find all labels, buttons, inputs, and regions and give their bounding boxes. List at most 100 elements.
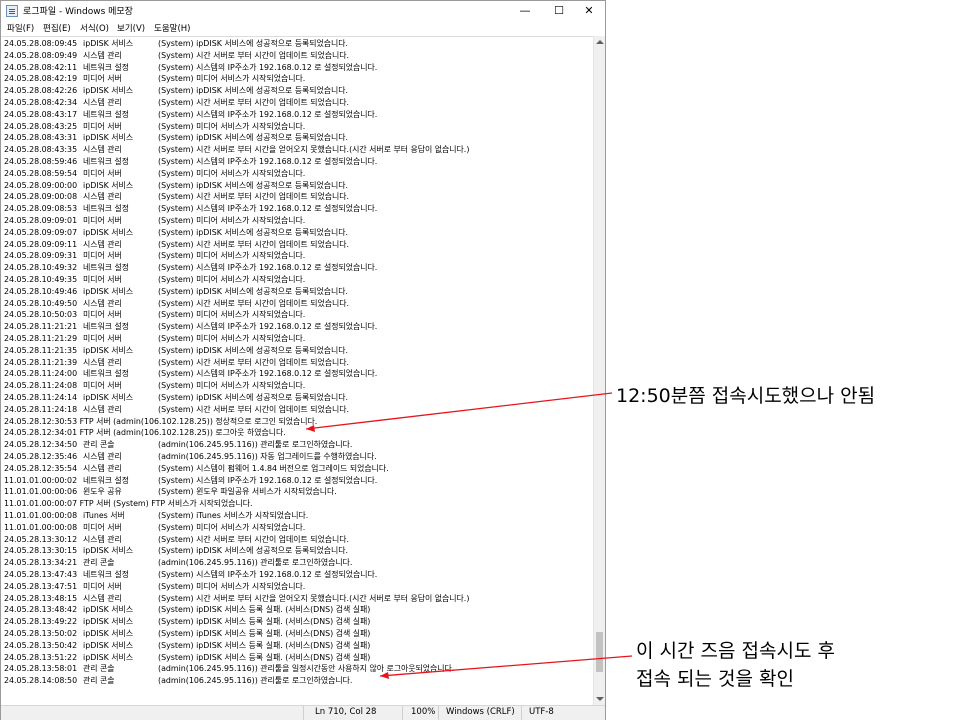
- annotation-failed-attempt: 12:50분쯤 접속시도했으나 안됨: [616, 385, 876, 407]
- log-service: 네트워크 설정: [83, 570, 130, 579]
- log-service: 네트워크 설정: [83, 157, 130, 166]
- status-bar: Ln 710, Col 28 100% Windows (CRLF) UTF-8: [1, 705, 605, 720]
- log-message: (System) ipDISK 서비스에 성공적으로 등록되었습니다.: [158, 345, 349, 355]
- log-message: (System) ipDISK 서비스에 성공적으로 등록되었습니다.: [158, 393, 349, 402]
- log-service: ipDISK 서비스: [83, 286, 134, 296]
- log-timestamp: 24.05.28.08:42:11: [4, 62, 78, 72]
- log-timestamp: 24.05.28.13:50:42: [4, 640, 78, 650]
- log-service: 시스템 관리: [83, 50, 122, 60]
- log-service: 미디어 서버: [83, 581, 122, 591]
- log-service: ipDISK 서비스: [83, 629, 134, 638]
- log-service: 시스템 관리: [83, 357, 122, 367]
- log-message: (System) 시간 서버로 부터 시간을 얻어오지 못했습니다.(시간 서버…: [158, 145, 470, 155]
- log-service: ipDISK 서비스: [83, 39, 134, 48]
- annotation-success-line2: 접속 되는 것을 확인: [636, 668, 794, 690]
- log-service: 미디어 서버: [83, 168, 122, 178]
- log-service: ipDISK 서비스: [83, 86, 134, 96]
- notepad-window: 로그파일 - Windows 메모장 — ☐ ✕ 파일(F) 편집(E) 서식(…: [0, 0, 606, 720]
- log-service: 미디어 서버: [83, 310, 122, 320]
- log-timestamp: 24.05.28.13:48:15: [4, 593, 78, 603]
- log-timestamp: 24.05.28.08:43:17: [4, 109, 78, 119]
- log-message: (System) 미디어 서비스가 시작되었습니다.: [158, 74, 306, 84]
- log-timestamp: 11.01.01.00:00:08: [4, 511, 78, 520]
- log-message: (System) 미디어 서비스가 시작되었습니다.: [158, 310, 306, 320]
- log-timestamp: 24.05.28.08:09:45: [4, 39, 78, 48]
- log-text: 24.05.28.12:30:53 FTP 서버 (admin(106.102.…: [4, 416, 318, 426]
- log-service: 시스템 관리: [83, 239, 122, 249]
- log-service: 미디어 서버: [83, 522, 122, 532]
- log-message: (System) 미디어 서비스가 시작되었습니다.: [158, 334, 306, 343]
- log-service: 미디어 서버: [83, 216, 122, 225]
- log-service: 시스템 관리: [83, 298, 122, 308]
- log-message: (System) 미디어 서비스가 시작되었습니다.: [158, 121, 306, 131]
- log-message: (System) 시스템이 펌웨어 1.4.84 버전으로 업그레이드 되었습니…: [158, 463, 389, 473]
- scroll-down-icon[interactable]: [596, 697, 604, 701]
- log-message: (System) 윈도우 파일공유 서비스가 시작되었습니다.: [158, 487, 337, 497]
- log-service: 미디어 서버: [83, 251, 122, 261]
- log-service: ipDISK 서비스: [83, 640, 134, 650]
- log-timestamp: 24.05.28.11:21:39: [4, 357, 78, 367]
- log-message: (System) ipDISK 서비스에 성공적으로 등록되었습니다.: [158, 86, 349, 96]
- log-timestamp: 24.05.28.09:00:00: [4, 180, 78, 190]
- log-timestamp: 24.05.28.13:47:43: [4, 570, 78, 579]
- log-message: (System) 미디어 서비스가 시작되었습니다.: [158, 275, 306, 284]
- log-service: 관리 콘솔: [83, 440, 115, 450]
- cursor-position: Ln 710, Col 28: [315, 707, 377, 717]
- log-timestamp: 24.05.28.11:24:00: [4, 369, 78, 379]
- menu-view[interactable]: 보기(V): [117, 22, 145, 34]
- scroll-up-icon[interactable]: [596, 40, 604, 44]
- log-timestamp: 24.05.28.09:09:01: [4, 216, 78, 225]
- title-bar[interactable]: 로그파일 - Windows 메모장 — ☐ ✕: [1, 1, 605, 21]
- close-button[interactable]: ✕: [572, 1, 606, 21]
- status-divider: [521, 706, 522, 720]
- log-service: ipDISK 서비스: [83, 605, 134, 615]
- menu-format[interactable]: 서식(O): [80, 22, 109, 34]
- log-timestamp: 11.01.01.00:00:02: [4, 475, 78, 485]
- log-service: 윈도우 공유: [83, 487, 122, 497]
- log-service: 관리 콘솔: [83, 664, 115, 674]
- log-timestamp: 24.05.28.13:30:15: [4, 546, 78, 556]
- log-service: 미디어 서버: [83, 334, 122, 343]
- log-timestamp: 24.05.28.13:51:22: [4, 652, 78, 662]
- log-message: (System) 시간 서버로 부터 시간이 업데이트 되었습니다.: [158, 50, 350, 60]
- log-message: (System) 미디어 서비스가 시작되었습니다.: [158, 216, 306, 225]
- log-message: (System) 시간 서버로 부터 시간을 얻어오지 못했습니다.(시간 서버…: [158, 593, 470, 603]
- log-service: 시스템 관리: [83, 98, 122, 107]
- log-message: (admin(106.245.95.116)) 관리툴로 로그인하였습니다.: [158, 676, 353, 686]
- log-message: (System) 시간 서버로 부터 시간이 업데이트 되었습니다.: [158, 192, 350, 202]
- log-service: iTunes 서버: [83, 511, 125, 520]
- log-timestamp: 24.05.28.13:48:42: [4, 605, 78, 615]
- log-message: (System) 시스템의 IP주소가 192.168.0.12 로 설정되었습…: [158, 62, 378, 72]
- log-timestamp: 24.05.28.09:09:07: [4, 227, 78, 237]
- menu-file[interactable]: 파일(F): [7, 22, 34, 34]
- log-timestamp: 24.05.28.11:21:35: [4, 345, 78, 355]
- log-service: ipDISK 서비스: [83, 652, 134, 662]
- log-timestamp: 24.05.28.08:59:46: [4, 157, 78, 166]
- log-service: 관리 콘솔: [83, 676, 115, 686]
- log-message: (System) 미디어 서비스가 시작되었습니다.: [158, 522, 306, 532]
- status-divider: [303, 706, 304, 720]
- log-message: (System) 시간 서버로 부터 시간이 업데이트 되었습니다.: [158, 534, 350, 544]
- log-message: (System) ipDISK 서비스 등록 실패. (서비스(DNS) 검색 …: [158, 640, 371, 650]
- log-timestamp: 24.05.28.09:00:08: [4, 192, 78, 202]
- menu-edit[interactable]: 편집(E): [43, 22, 71, 34]
- vertical-scrollbar[interactable]: [593, 36, 605, 705]
- notepad-icon: [6, 5, 18, 17]
- scroll-thumb[interactable]: [596, 632, 603, 672]
- text-editor-area[interactable]: 24.05.28.08:09:45 ipDISK 서비스 (System) ipDI…: [1, 36, 593, 706]
- log-service: ipDISK 서비스: [83, 133, 134, 143]
- log-message: (System) 시스템의 IP주소가 192.168.0.12 로 설정되었습…: [158, 475, 378, 485]
- menu-help[interactable]: 도움말(H): [154, 22, 190, 34]
- maximize-button[interactable]: ☐: [542, 1, 576, 21]
- log-timestamp: 24.05.28.13:30:12: [4, 534, 78, 544]
- log-service: 시스템 관리: [83, 593, 122, 603]
- log-service: 미디어 서버: [83, 275, 122, 284]
- log-timestamp: 24.05.28.09:08:53: [4, 204, 78, 214]
- minimize-button[interactable]: —: [508, 1, 542, 21]
- log-service: 시스템 관리: [83, 192, 122, 202]
- log-message: (System) 시간 서버로 부터 시간이 업데이트 되었습니다.: [158, 239, 350, 249]
- log-message: (System) 시스템의 IP주소가 192.168.0.12 로 설정되었습…: [158, 157, 378, 166]
- log-service: 시스템 관리: [83, 145, 122, 155]
- log-text: 24.05.28.12:34:01 FTP 서버 (admin(106.102.…: [4, 428, 286, 438]
- log-timestamp: 24.05.28.08:42:19: [4, 74, 78, 84]
